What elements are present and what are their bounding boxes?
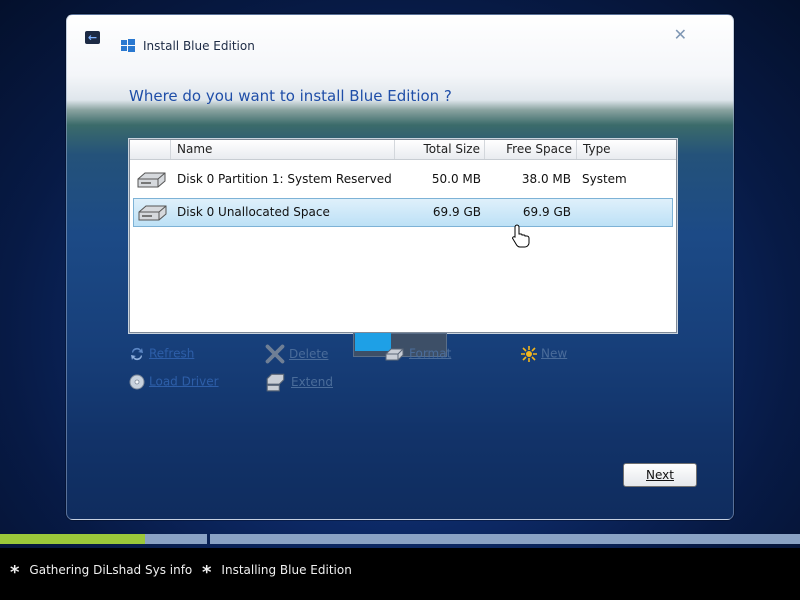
status-bar: * Gathering DiLshad Sys info * Installing … <box>0 548 800 600</box>
star-bullet-icon: * <box>10 562 20 583</box>
status-step-gathering: * Gathering DiLshad Sys info <box>10 558 193 583</box>
row-total-size: 69.9 GB <box>432 205 481 219</box>
windows-logo-icon <box>121 39 135 52</box>
delete-label: Delete <box>289 347 329 361</box>
column-header-total-size[interactable]: Total Size <box>394 140 484 159</box>
progress-step-1 <box>0 534 207 544</box>
row-name: Disk 0 Partition 1: System Reserved <box>177 172 392 186</box>
disk-icon <box>137 172 166 188</box>
star-bullet-icon: * <box>202 562 212 583</box>
next-button-label: Next <box>646 468 674 482</box>
status-step-installing: * Installing Blue Edition <box>202 558 352 583</box>
progress-step-1-fill <box>0 534 145 544</box>
next-button[interactable]: Next <box>623 463 697 487</box>
row-total-size: 50.0 MB <box>431 172 481 186</box>
table-header: Name Total Size Free Space Type <box>130 140 676 160</box>
setup-window: ← Install Blue Edition ✕ Where do you wa… <box>66 14 734 520</box>
refresh-label: Refresh <box>149 346 195 361</box>
row-free-space: 69.9 GB <box>522 205 571 219</box>
column-header-type[interactable]: Type <box>576 140 676 159</box>
format-link[interactable]: Format <box>383 344 451 362</box>
page-heading: Where do you want to install Blue Editio… <box>129 87 452 105</box>
close-icon[interactable]: ✕ <box>674 25 687 44</box>
column-header-free-space[interactable]: Free Space <box>484 140 576 159</box>
delete-icon <box>265 344 285 364</box>
disk-icon <box>138 205 167 221</box>
table-row-selected[interactable]: Disk 0 Unallocated Space 69.9 GB 69.9 GB <box>133 198 673 227</box>
new-icon <box>521 345 537 362</box>
back-arrow-icon[interactable]: ← <box>85 31 100 44</box>
extend-label: Extend <box>291 375 333 389</box>
format-icon <box>385 348 404 360</box>
format-label: Format <box>409 346 452 361</box>
progress-bar <box>0 532 800 546</box>
new-label: New <box>541 346 568 361</box>
refresh-icon <box>131 347 143 360</box>
column-header-name[interactable]: Name <box>170 140 394 159</box>
extend-link[interactable]: Extend <box>265 372 333 392</box>
status-step-installing-label: Installing Blue Edition <box>221 563 352 577</box>
delete-link[interactable]: Delete <box>265 344 329 364</box>
hand-cursor-icon <box>512 224 530 248</box>
progress-step-2 <box>210 534 800 544</box>
row-free-space: 38.0 MB <box>521 172 571 186</box>
new-link[interactable]: New <box>521 344 567 362</box>
status-step-gathering-label: Gathering DiLshad Sys info <box>29 563 193 577</box>
row-type: System <box>582 172 627 186</box>
extend-icon <box>266 373 285 392</box>
load-driver-icon <box>129 374 145 389</box>
load-driver-link[interactable]: Load Driver <box>129 372 219 390</box>
partition-table: Name Total Size Free Space Type Disk 0 P… <box>129 139 677 333</box>
row-name: Disk 0 Unallocated Space <box>177 205 330 219</box>
window-title: Install Blue Edition <box>143 39 255 53</box>
refresh-link[interactable]: Refresh <box>129 344 194 362</box>
table-row[interactable]: Disk 0 Partition 1: System Reserved 50.0… <box>133 166 673 193</box>
load-driver-label: Load Driver <box>149 374 219 389</box>
